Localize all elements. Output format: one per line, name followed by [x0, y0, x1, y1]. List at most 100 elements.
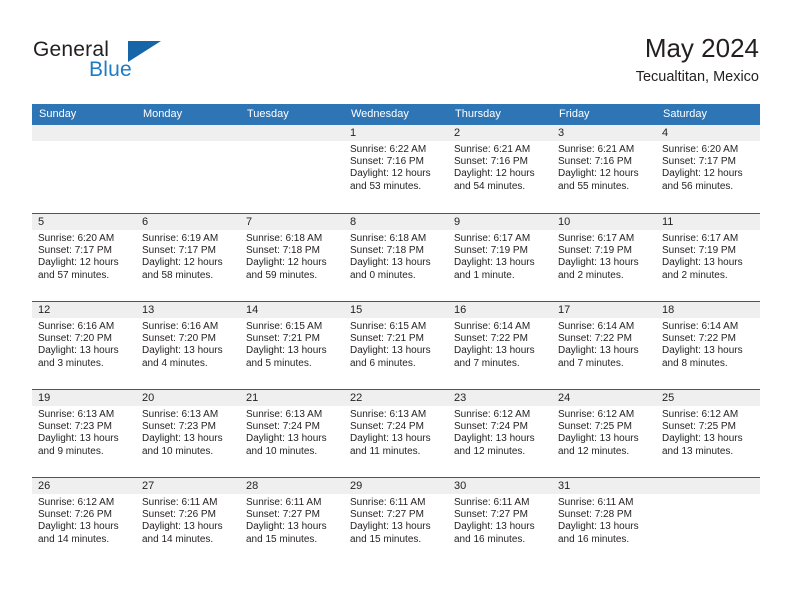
day-details: Sunrise: 6:12 AM Sunset: 7:24 PM Daylight:…: [448, 406, 552, 458]
daylight-text-line2: and 14 minutes.: [38, 533, 110, 545]
day-number: 16: [448, 302, 552, 318]
calendar-page: General Blue May 2024 Tecualtitan, Mexic…: [0, 0, 792, 612]
day-cell[interactable]: 2 Sunrise: 6:21 AM Sunset: 7:16 PM Daylight…: [448, 125, 552, 213]
daylight-text-line1: Daylight: 13 hours: [662, 345, 743, 357]
day-details: Sunrise: 6:13 AM Sunset: 7:23 PM Daylight:…: [32, 406, 136, 458]
day-details: Sunrise: 6:11 AM Sunset: 7:27 PM Daylight:…: [344, 494, 448, 546]
day-cell[interactable]: 27 Sunrise: 6:11 AM Sunset: 7:26 PM Dayligh…: [136, 478, 240, 565]
daylight-text-line2: and 16 minutes.: [558, 533, 630, 545]
sunset-text: Sunset: 7:28 PM: [558, 509, 632, 521]
day-cell[interactable]: 17 Sunrise: 6:14 AM Sunset: 7:22 PM Dayligh…: [552, 302, 656, 389]
daylight-text-line2: and 7 minutes.: [454, 357, 520, 369]
sunrise-text: Sunrise: 6:11 AM: [454, 497, 530, 508]
day-cell[interactable]: 10 Sunrise: 6:17 AM Sunset: 7:19 PM Dayligh…: [552, 214, 656, 301]
day-cell[interactable]: 13 Sunrise: 6:16 AM Sunset: 7:20 PM Dayligh…: [136, 302, 240, 389]
day-details: Sunrise: 6:14 AM Sunset: 7:22 PM Daylight:…: [552, 318, 656, 370]
day-number: 18: [656, 302, 760, 318]
day-number: 24: [552, 390, 656, 406]
day-number: 15: [344, 302, 448, 318]
sunrise-text: Sunrise: 6:14 AM: [662, 321, 739, 332]
daylight-text-line1: Daylight: 13 hours: [246, 433, 327, 445]
day-cell[interactable]: 16 Sunrise: 6:14 AM Sunset: 7:22 PM Dayligh…: [448, 302, 552, 389]
daylight-text-line2: and 15 minutes.: [350, 533, 422, 545]
daylight-text-line1: Daylight: 12 hours: [558, 168, 639, 180]
page-title: May 2024: [644, 33, 759, 63]
daylight-text-line1: Daylight: 13 hours: [662, 433, 743, 445]
sunrise-text: Sunrise: 6:11 AM: [558, 497, 634, 508]
day-number: 22: [344, 390, 448, 406]
day-cell[interactable]: 9 Sunrise: 6:17 AM Sunset: 7:19 PM Daylight…: [448, 214, 552, 301]
page-header: General Blue May 2024 Tecualtitan, Mexic…: [0, 0, 792, 104]
day-cell[interactable]: 14 Sunrise: 6:15 AM Sunset: 7:21 PM Dayligh…: [240, 302, 344, 389]
day-cell[interactable]: 3 Sunrise: 6:21 AM Sunset: 7:16 PM Daylight…: [552, 125, 656, 213]
day-cell[interactable]: 26 Sunrise: 6:12 AM Sunset: 7:26 PM Dayligh…: [32, 478, 136, 565]
daylight-text-line1: Daylight: 12 hours: [38, 257, 119, 269]
daylight-text-line1: Daylight: 13 hours: [350, 521, 431, 533]
day-cell[interactable]: 23 Sunrise: 6:12 AM Sunset: 7:24 PM Dayligh…: [448, 390, 552, 477]
day-cell[interactable]: 11 Sunrise: 6:17 AM Sunset: 7:19 PM Dayligh…: [656, 214, 760, 301]
day-cell[interactable]: 30 Sunrise: 6:11 AM Sunset: 7:27 PM Dayligh…: [448, 478, 552, 565]
daylight-text-line1: Daylight: 13 hours: [558, 257, 639, 269]
day-details: Sunrise: 6:12 AM Sunset: 7:26 PM Daylight:…: [32, 494, 136, 546]
day-details: Sunrise: 6:12 AM Sunset: 7:25 PM Daylight:…: [552, 406, 656, 458]
general-blue-logo[interactable]: General Blue: [33, 38, 213, 88]
day-cell[interactable]: 7 Sunrise: 6:18 AM Sunset: 7:18 PM Daylight…: [240, 214, 344, 301]
day-cell[interactable]: 12 Sunrise: 6:16 AM Sunset: 7:20 PM Dayligh…: [32, 302, 136, 389]
sunrise-text: Sunrise: 6:20 AM: [662, 144, 739, 155]
day-cell[interactable]: 8 Sunrise: 6:18 AM Sunset: 7:18 PM Daylight…: [344, 214, 448, 301]
sunset-text: Sunset: 7:24 PM: [246, 421, 320, 433]
daylight-text-line1: Daylight: 13 hours: [350, 345, 431, 357]
day-cell[interactable]: 20 Sunrise: 6:13 AM Sunset: 7:23 PM Dayligh…: [136, 390, 240, 477]
daylight-text-line2: and 9 minutes.: [38, 445, 104, 457]
daylight-text-line2: and 14 minutes.: [142, 533, 214, 545]
daylight-text-line1: Daylight: 13 hours: [454, 345, 535, 357]
daylight-text-line1: Daylight: 13 hours: [350, 433, 431, 445]
day-cell[interactable]: 31 Sunrise: 6:11 AM Sunset: 7:28 PM Dayligh…: [552, 478, 656, 565]
day-cell[interactable]: 4 Sunrise: 6:20 AM Sunset: 7:17 PM Daylight…: [656, 125, 760, 213]
day-cell[interactable]: 6 Sunrise: 6:19 AM Sunset: 7:17 PM Daylight…: [136, 214, 240, 301]
day-details: Sunrise: 6:11 AM Sunset: 7:28 PM Daylight:…: [552, 494, 656, 546]
day-cell[interactable]: 15 Sunrise: 6:15 AM Sunset: 7:21 PM Dayligh…: [344, 302, 448, 389]
day-cell[interactable]: 1 Sunrise: 6:22 AM Sunset: 7:16 PM Daylight…: [344, 125, 448, 213]
daylight-text-line1: Daylight: 13 hours: [142, 521, 223, 533]
day-number: 6: [136, 214, 240, 230]
day-cell[interactable]: 24 Sunrise: 6:12 AM Sunset: 7:25 PM Dayligh…: [552, 390, 656, 477]
sunset-text: Sunset: 7:22 PM: [662, 333, 736, 345]
day-cell[interactable]: 21 Sunrise: 6:13 AM Sunset: 7:24 PM Dayligh…: [240, 390, 344, 477]
sunrise-text: Sunrise: 6:21 AM: [558, 144, 635, 155]
sunset-text: Sunset: 7:25 PM: [662, 421, 736, 433]
weekday-header-wednesday: Wednesday: [351, 108, 409, 120]
daylight-text-line1: Daylight: 13 hours: [558, 433, 639, 445]
day-details: Sunrise: 6:19 AM Sunset: 7:17 PM Daylight:…: [136, 230, 240, 282]
day-details: Sunrise: 6:13 AM Sunset: 7:24 PM Daylight:…: [240, 406, 344, 458]
day-number: 8: [344, 214, 448, 230]
daylight-text-line1: Daylight: 13 hours: [38, 433, 119, 445]
day-cell[interactable]: 18 Sunrise: 6:14 AM Sunset: 7:22 PM Dayligh…: [656, 302, 760, 389]
daylight-text-line1: Daylight: 13 hours: [38, 521, 119, 533]
day-cell-empty: [32, 125, 136, 213]
day-number: [136, 125, 240, 141]
weekday-header-friday: Friday: [559, 108, 590, 120]
daylight-text-line2: and 10 minutes.: [246, 445, 318, 457]
day-cell[interactable]: 22 Sunrise: 6:13 AM Sunset: 7:24 PM Dayligh…: [344, 390, 448, 477]
day-number: 21: [240, 390, 344, 406]
day-cell[interactable]: 19 Sunrise: 6:13 AM Sunset: 7:23 PM Dayligh…: [32, 390, 136, 477]
daylight-text-line1: Daylight: 12 hours: [350, 168, 431, 180]
day-cell[interactable]: 25 Sunrise: 6:12 AM Sunset: 7:25 PM Dayligh…: [656, 390, 760, 477]
day-cell[interactable]: 29 Sunrise: 6:11 AM Sunset: 7:27 PM Dayligh…: [344, 478, 448, 565]
daylight-text-line2: and 3 minutes.: [38, 357, 104, 369]
daylight-text-line2: and 4 minutes.: [142, 357, 208, 369]
daylight-text-line1: Daylight: 13 hours: [246, 521, 327, 533]
day-number: 31: [552, 478, 656, 494]
daylight-text-line2: and 12 minutes.: [558, 445, 630, 457]
sunrise-text: Sunrise: 6:12 AM: [454, 409, 531, 420]
sunrise-text: Sunrise: 6:16 AM: [38, 321, 115, 332]
sunset-text: Sunset: 7:27 PM: [350, 509, 424, 521]
sunset-text: Sunset: 7:20 PM: [142, 333, 216, 345]
sunrise-text: Sunrise: 6:12 AM: [38, 497, 115, 508]
daylight-text-line2: and 7 minutes.: [558, 357, 624, 369]
sunset-text: Sunset: 7:21 PM: [246, 333, 320, 345]
day-cell[interactable]: 28 Sunrise: 6:11 AM Sunset: 7:27 PM Dayligh…: [240, 478, 344, 565]
sunset-text: Sunset: 7:24 PM: [454, 421, 528, 433]
day-cell[interactable]: 5 Sunrise: 6:20 AM Sunset: 7:17 PM Daylight…: [32, 214, 136, 301]
